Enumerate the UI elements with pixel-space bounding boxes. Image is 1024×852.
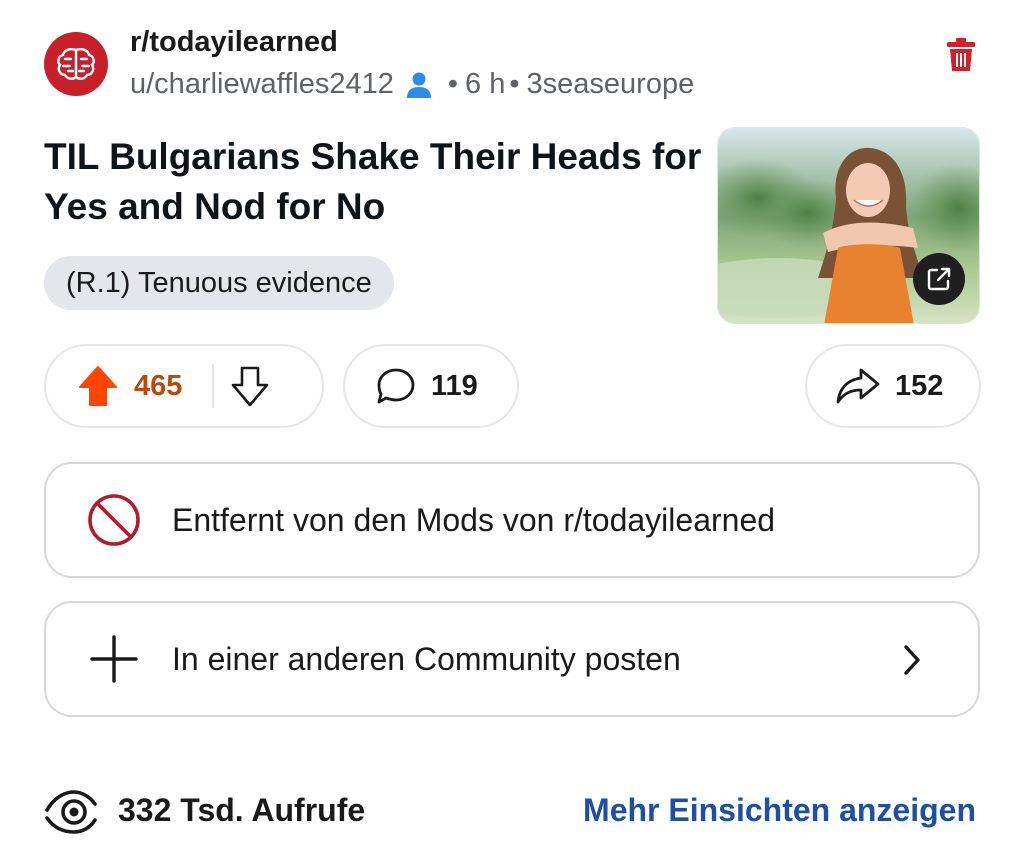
meta-separator: • bbox=[509, 68, 520, 100]
subreddit-avatar[interactable] bbox=[44, 32, 108, 96]
crosspost-label: In einer anderen Community posten bbox=[172, 640, 681, 677]
speech-bubble-icon bbox=[377, 368, 415, 404]
vote-control: 465 bbox=[44, 344, 324, 428]
vote-count: 465 bbox=[134, 369, 183, 402]
arrow-down-icon[interactable] bbox=[230, 365, 270, 407]
trash-icon[interactable] bbox=[946, 38, 976, 72]
brain-icon bbox=[57, 48, 95, 80]
removed-notice[interactable]: Entfernt von den Mods von r/todayilearne… bbox=[44, 462, 980, 578]
post-header: r/todayilearned u/charliewaffles2412 • 6… bbox=[44, 22, 984, 102]
share-button[interactable]: 152 bbox=[805, 344, 981, 428]
crosspost-button[interactable]: In einer anderen Community posten bbox=[44, 601, 980, 717]
prohibited-icon bbox=[88, 494, 140, 546]
arrow-up-icon[interactable] bbox=[78, 365, 118, 407]
more-insights-link[interactable]: Mehr Einsichten anzeigen bbox=[583, 792, 976, 829]
view-count: 332 Tsd. Aufrufe bbox=[118, 792, 366, 828]
post-thumbnail[interactable] bbox=[717, 127, 980, 324]
comment-count: 119 bbox=[431, 369, 478, 402]
external-link-icon bbox=[927, 267, 951, 291]
person-icon bbox=[406, 72, 431, 98]
post-insights-bar: 332 Tsd. Aufrufe Mehr Einsichten anzeige… bbox=[44, 780, 980, 840]
share-arrow-icon bbox=[836, 368, 880, 404]
plus-icon bbox=[90, 635, 138, 683]
post-meta: u/charliewaffles2412 • 6 h • 3seaseurope bbox=[130, 68, 694, 101]
user-flag: 3seaseurope bbox=[526, 68, 695, 100]
post-title[interactable]: TIL Bulgarians Shake Their Heads for Yes… bbox=[44, 132, 704, 232]
author-name[interactable]: u/charliewaffles2412 bbox=[130, 68, 394, 101]
external-link-button[interactable] bbox=[913, 253, 965, 305]
removed-notice-label: Entfernt von den Mods von r/todayilearne… bbox=[172, 501, 776, 538]
comment-button[interactable]: 119 bbox=[343, 344, 519, 428]
share-count: 152 bbox=[895, 369, 944, 402]
meta-separator: • bbox=[447, 68, 459, 100]
vote-divider bbox=[212, 364, 215, 408]
post-age: 6 h bbox=[465, 68, 506, 100]
post-flair[interactable]: (R.1) Tenuous evidence bbox=[44, 256, 394, 310]
eye-icon bbox=[45, 790, 97, 834]
subreddit-name[interactable]: r/todayilearned bbox=[130, 26, 338, 59]
chevron-right-icon bbox=[904, 645, 920, 675]
